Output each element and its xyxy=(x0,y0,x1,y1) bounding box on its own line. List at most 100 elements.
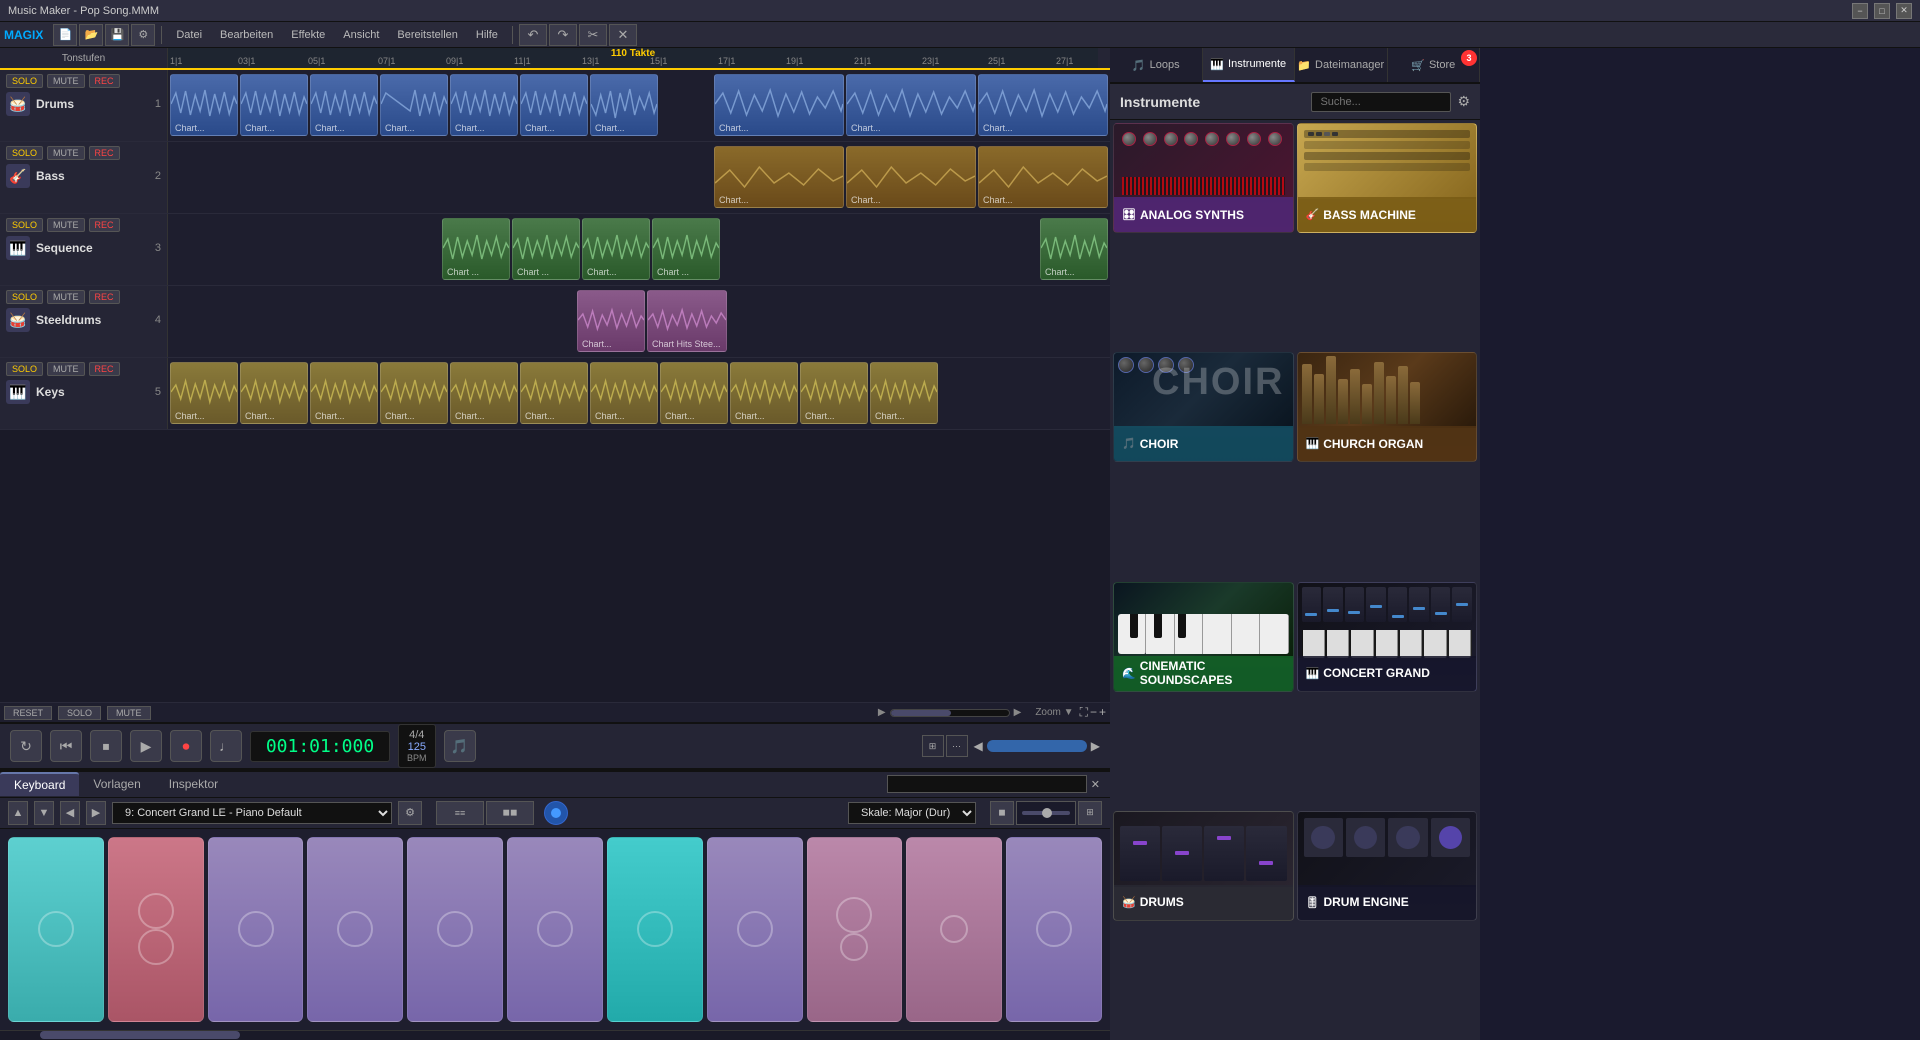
pad-11[interactable] xyxy=(1006,837,1102,1022)
inst-prev[interactable]: ◀ xyxy=(60,801,80,825)
card-drums-inst[interactable]: 🥁 DRUMS xyxy=(1113,811,1294,921)
clip-drums-2[interactable]: Chart... xyxy=(240,74,308,136)
solo-button-bass[interactable]: SOLO xyxy=(6,146,43,160)
playback-slider[interactable] xyxy=(987,740,1087,752)
card-concert-grand[interactable]: 🎹 CONCERT GRAND xyxy=(1297,582,1478,692)
clip-seq-5[interactable]: Chart... xyxy=(1040,218,1108,280)
clip-drums-4[interactable]: Chart... xyxy=(380,74,448,136)
settings-button[interactable]: ⚙ xyxy=(131,24,155,46)
pad-7[interactable] xyxy=(607,837,703,1022)
rec-button-bass[interactable]: REC xyxy=(89,146,120,160)
instrument-select[interactable]: 9: Concert Grand LE - Piano Default xyxy=(112,802,392,824)
clip-seq-3[interactable]: Chart... xyxy=(582,218,650,280)
card-choir[interactable]: CHOIR 🎵 CHOIR xyxy=(1113,352,1294,462)
menu-datei[interactable]: Datei xyxy=(168,27,210,43)
pad-1[interactable] xyxy=(8,837,104,1022)
tab-inspektor[interactable]: Inspektor xyxy=(155,773,232,795)
save-button[interactable]: 💾 xyxy=(105,24,129,46)
clip-keys-10[interactable]: Chart... xyxy=(800,362,868,424)
metronome-icon[interactable]: 🎵 xyxy=(444,730,476,762)
expand-icon[interactable]: ⛶ xyxy=(1080,705,1088,720)
clip-bass-2[interactable]: Chart... xyxy=(846,146,976,208)
clip-bass-1[interactable]: Chart... xyxy=(714,146,844,208)
card-analog-synths[interactable]: 🎛 ANALOG SYNTHS xyxy=(1113,123,1294,233)
redo-button[interactable]: ↷ xyxy=(549,24,577,46)
card-cinematic[interactable]: 🌊 CINEMATIC SOUNDSCAPES xyxy=(1113,582,1294,692)
clip-keys-1[interactable]: Chart... xyxy=(170,362,238,424)
clip-keys-4[interactable]: Chart... xyxy=(380,362,448,424)
size-slider[interactable] xyxy=(1016,801,1076,825)
clip-seq-1[interactable]: Chart ... xyxy=(442,218,510,280)
card-drum-engine[interactable]: 🎚 DRUM ENGINE xyxy=(1297,811,1478,921)
right-tab-store[interactable]: 🛒 Store 3 xyxy=(1388,48,1481,82)
clip-drums-6[interactable]: Chart... xyxy=(520,74,588,136)
reset-button[interactable]: RESET xyxy=(4,706,52,720)
clip-steel-1[interactable]: Chart... xyxy=(577,290,645,352)
all-mute-button[interactable]: MUTE xyxy=(107,706,151,720)
solo-button-sequence[interactable]: SOLO xyxy=(6,218,43,232)
card-bass-machine[interactable]: 🎸 BASS MACHINE xyxy=(1297,123,1478,233)
bottom-search-input[interactable] xyxy=(887,775,1087,793)
card-church-organ[interactable]: 🎹 CHURCH ORGAN xyxy=(1297,352,1478,462)
tab-keyboard[interactable]: Keyboard xyxy=(0,772,79,796)
clip-drums-7[interactable]: Chart... xyxy=(590,74,658,136)
instruments-search-input[interactable] xyxy=(1311,92,1451,112)
mute-button-keys[interactable]: MUTE xyxy=(47,362,85,376)
menu-bereitstellen[interactable]: Bereitstellen xyxy=(389,27,466,43)
new-button[interactable]: 📄 xyxy=(53,24,77,46)
mode-btn-2[interactable]: ◼◼ xyxy=(486,801,534,825)
cut-button[interactable]: ✂ xyxy=(579,24,607,46)
clip-seq-4[interactable]: Chart ... xyxy=(652,218,720,280)
maximize-button[interactable]: □ xyxy=(1874,3,1890,19)
clip-steel-2[interactable]: Chart Hits Stee... xyxy=(647,290,727,352)
zoom-label[interactable]: Zoom ▼ xyxy=(1035,707,1073,718)
pad-2[interactable] xyxy=(108,837,204,1022)
mode-btn-1[interactable]: ≡≡ xyxy=(436,801,484,825)
menu-effekte[interactable]: Effekte xyxy=(283,27,333,43)
clip-drums-3[interactable]: Chart... xyxy=(310,74,378,136)
close-button[interactable]: ✕ xyxy=(1896,3,1912,19)
tracks-container[interactable]: SOLO MUTE REC 🥁 Drums 1 Chart... xyxy=(0,70,1110,702)
rec-button-sequence[interactable]: REC xyxy=(89,218,120,232)
clip-drums-10[interactable]: Chart... xyxy=(978,74,1108,136)
prev-icon[interactable]: ◀ xyxy=(974,739,983,753)
undo-button[interactable]: ↶ xyxy=(519,24,547,46)
pad-6[interactable] xyxy=(507,837,603,1022)
size-knob[interactable] xyxy=(1042,808,1052,818)
right-tab-loops[interactable]: 🎵 Loops xyxy=(1110,48,1203,82)
sync-button[interactable]: ↻ xyxy=(10,730,42,762)
pad-3[interactable] xyxy=(208,837,304,1022)
clip-keys-6[interactable]: Chart... xyxy=(520,362,588,424)
pad-8[interactable] xyxy=(707,837,803,1022)
solo-button-drums[interactable]: SOLO xyxy=(6,74,43,88)
shrink-icon[interactable]: − xyxy=(1090,705,1097,720)
menu-hilfe[interactable]: Hilfe xyxy=(468,27,506,43)
clip-bass-3[interactable]: Chart... xyxy=(978,146,1108,208)
clip-seq-2[interactable]: Chart ... xyxy=(512,218,580,280)
pad-10[interactable] xyxy=(906,837,1002,1022)
hscrollbar-track[interactable] xyxy=(890,709,1010,717)
clip-keys-2[interactable]: Chart... xyxy=(240,362,308,424)
mute-button-sequence[interactable]: MUTE xyxy=(47,218,85,232)
mute-button-bass[interactable]: MUTE xyxy=(47,146,85,160)
pad-9[interactable] xyxy=(807,837,903,1022)
clip-drums-5[interactable]: Chart... xyxy=(450,74,518,136)
rec-button-steeldrums[interactable]: REC xyxy=(89,290,120,304)
clip-drums-9[interactable]: Chart... xyxy=(846,74,976,136)
close-project-button[interactable]: ✕ xyxy=(609,24,637,46)
tab-vorlagen[interactable]: Vorlagen xyxy=(79,773,154,795)
inst-arrow-up[interactable]: ▲ xyxy=(8,801,28,825)
keyboard-hscrollbar[interactable] xyxy=(0,1030,1110,1040)
pad-5[interactable] xyxy=(407,837,503,1022)
clip-keys-9[interactable]: Chart... xyxy=(730,362,798,424)
bottom-search-clear[interactable]: ✕ xyxy=(1091,778,1100,791)
clip-keys-5[interactable]: Chart... xyxy=(450,362,518,424)
hscroll-bar[interactable]: ▶ ▶ xyxy=(878,707,1021,718)
keyboard-hscrollbar-thumb[interactable] xyxy=(40,1031,240,1039)
clip-keys-11[interactable]: Chart... xyxy=(870,362,938,424)
rewind-button[interactable]: ⏮ xyxy=(50,730,82,762)
clip-drums-8[interactable]: Chart... xyxy=(714,74,844,136)
next-icon[interactable]: ▶ xyxy=(1091,739,1100,753)
hscrollbar-thumb[interactable] xyxy=(891,710,951,716)
rec-button-drums[interactable]: REC xyxy=(89,74,120,88)
